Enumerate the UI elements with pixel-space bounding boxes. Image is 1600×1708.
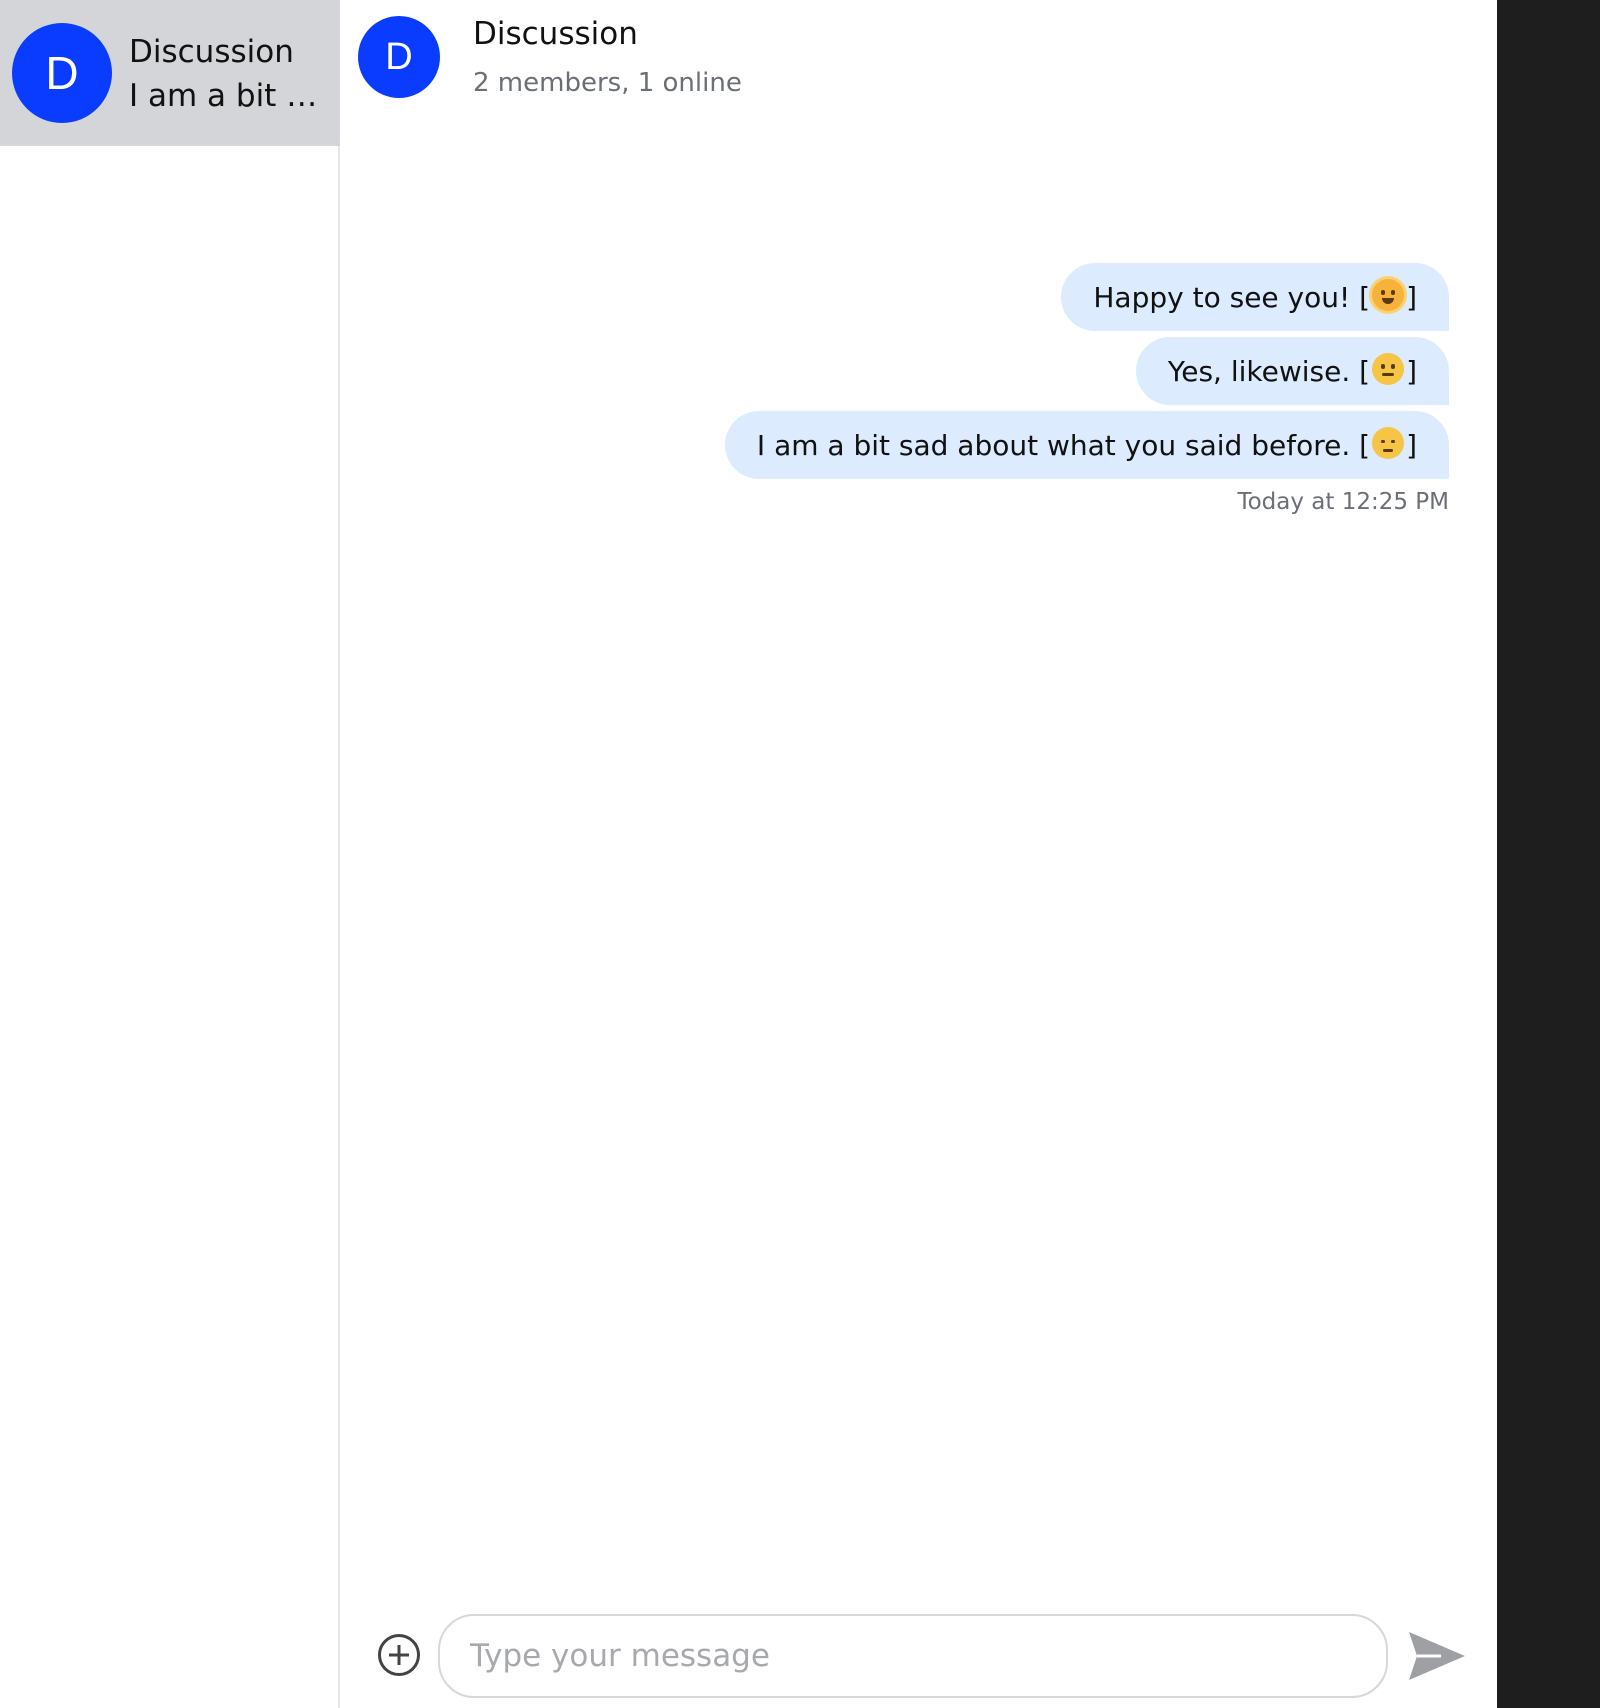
message-bubble[interactable]: I am a bit sad about what you said befor… bbox=[724, 411, 1449, 479]
message-input[interactable] bbox=[438, 1614, 1388, 1698]
neutral-face-icon bbox=[1372, 353, 1405, 385]
chat-avatar[interactable]: D bbox=[358, 16, 440, 98]
pensive-face-icon bbox=[1372, 427, 1405, 459]
message-text-suffix: ] bbox=[1406, 354, 1417, 388]
sun-face-icon bbox=[1372, 279, 1405, 311]
message-bubble[interactable]: Happy to see you! [ ] bbox=[1061, 263, 1449, 331]
avatar: D bbox=[12, 23, 112, 123]
message-timestamp: Today at 12:25 PM bbox=[1237, 489, 1449, 515]
conversation-sidebar: D Discussion I am a bit s... bbox=[0, 0, 340, 1708]
message-text-suffix: ] bbox=[1406, 428, 1417, 462]
chat-title: Discussion bbox=[473, 16, 638, 52]
send-button[interactable] bbox=[1407, 1628, 1467, 1684]
conversation-title: Discussion bbox=[129, 34, 294, 70]
send-icon bbox=[1409, 1632, 1465, 1680]
chat-panel: D Discussion 2 members, 1 online Happy t… bbox=[342, 0, 1497, 1708]
message-list: Happy to see you! [ ] Yes, likewise. [ ]… bbox=[724, 263, 1449, 515]
avatar-initial: D bbox=[385, 35, 413, 78]
avatar-initial: D bbox=[45, 47, 79, 99]
message-text: Yes, likewise. [ bbox=[1167, 354, 1371, 388]
message-text: I am a bit sad about what you said befor… bbox=[756, 428, 1371, 462]
chat-member-status: 2 members, 1 online bbox=[473, 68, 742, 98]
window-edge bbox=[1497, 0, 1600, 1708]
conversation-preview: I am a bit s... bbox=[129, 78, 329, 114]
add-attachment-button[interactable] bbox=[378, 1634, 420, 1676]
message-text-suffix: ] bbox=[1406, 280, 1417, 314]
message-text: Happy to see you! [ bbox=[1093, 280, 1371, 314]
conversation-item-discussion[interactable]: D Discussion I am a bit s... bbox=[0, 0, 340, 146]
message-bubble[interactable]: Yes, likewise. [ ] bbox=[1135, 337, 1449, 405]
